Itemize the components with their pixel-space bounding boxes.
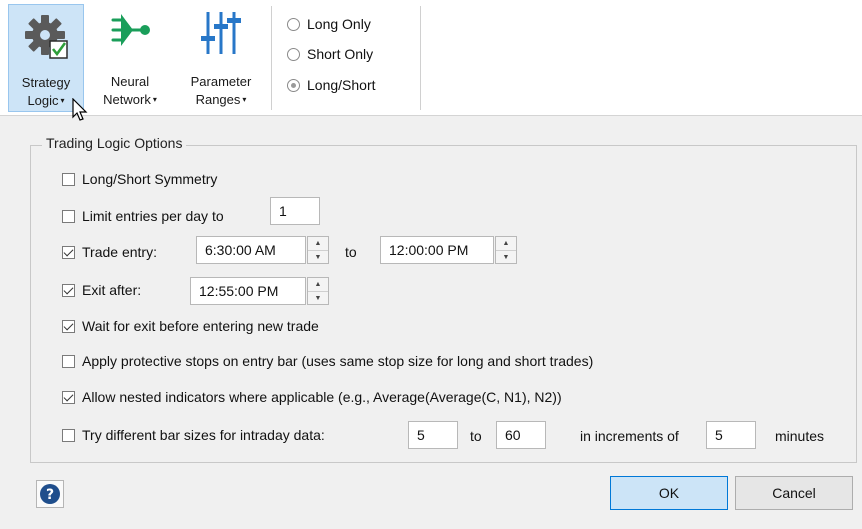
radio-circle[interactable] (287, 47, 300, 61)
radio-short-only[interactable]: Short Only (287, 43, 373, 65)
nested-indicators-option[interactable]: Allow nested indicators where applicable… (62, 387, 562, 407)
help-icon: ? (40, 484, 60, 504)
spin-up-icon[interactable]: ▲ (496, 237, 516, 251)
protective-stops-label: Apply protective stops on entry bar (use… (82, 353, 594, 369)
bar-size-to-input[interactable]: 60 (496, 421, 546, 449)
ribbon-separator (271, 6, 272, 110)
limit-entries-option[interactable]: Limit entries per day to (62, 206, 224, 226)
bar-sizes-label: Try different bar sizes for intraday dat… (82, 427, 325, 443)
strategy-logic-label-2-text: Logic (27, 93, 59, 108)
increment-input[interactable]: 5 (706, 421, 756, 449)
trade-entry-end-input[interactable]: 12:00:00 PM (380, 236, 494, 264)
wait-for-exit-checkbox[interactable] (62, 319, 75, 333)
exit-after-input[interactable]: 12:55:00 PM (190, 277, 306, 305)
strategy-logic-button[interactable]: Strategy Logic ▾ (8, 4, 84, 112)
trade-entry-to-label: to (345, 244, 357, 260)
mouse-cursor-icon (72, 97, 88, 125)
trading-logic-group (30, 145, 857, 463)
minutes-label: minutes (775, 428, 825, 444)
radio-label: Long/Short (307, 77, 376, 93)
exit-after-label: Exit after: (82, 282, 142, 298)
long-short-symmetry-option[interactable]: Long/Short Symmetry (62, 169, 217, 189)
help-glyph: ? (46, 487, 54, 503)
ribbon-separator (420, 6, 421, 110)
spin-down-icon[interactable]: ▼ (308, 292, 328, 305)
wait-for-exit-label: Wait for exit before entering new trade (82, 318, 319, 334)
bar-size-from-input[interactable]: 5 (408, 421, 458, 449)
long-short-symmetry-label: Long/Short Symmetry (82, 171, 218, 187)
parameter-ranges-label-2: Ranges ▾ (176, 92, 266, 107)
trade-entry-start-input[interactable]: 6:30:00 AM (196, 236, 306, 264)
bar-sizes-option[interactable]: Try different bar sizes for intraday dat… (62, 425, 325, 445)
trade-entry-start-spinner[interactable]: ▲ ▼ (307, 236, 329, 264)
exit-after-spinner[interactable]: ▲ ▼ (307, 277, 329, 305)
spin-up-icon[interactable]: ▲ (308, 278, 328, 292)
radio-long-only[interactable]: Long Only (287, 13, 371, 35)
limit-entries-input[interactable]: 1 (270, 197, 320, 225)
nested-indicators-checkbox[interactable] (62, 390, 75, 404)
chevron-down-icon: ▾ (60, 96, 65, 105)
parameter-ranges-label-1: Parameter (190, 74, 252, 89)
chevron-down-icon: ▾ (152, 95, 157, 104)
neural-network-label-1: Neural (110, 74, 150, 89)
ok-button[interactable]: OK (610, 476, 728, 510)
limit-entries-checkbox[interactable] (62, 209, 75, 223)
spin-down-icon[interactable]: ▼ (308, 251, 328, 264)
radio-label: Long Only (307, 16, 371, 32)
cancel-button[interactable]: Cancel (735, 476, 853, 510)
trade-entry-end-spinner[interactable]: ▲ ▼ (495, 236, 517, 264)
parameter-ranges-label-2-text: Ranges (195, 92, 241, 107)
exit-after-checkbox[interactable] (62, 283, 75, 297)
neural-network-icon (107, 10, 153, 53)
parameter-ranges-button[interactable]: Parameter Ranges ▾ (176, 4, 266, 112)
wait-for-exit-option[interactable]: Wait for exit before entering new trade (62, 316, 319, 336)
protective-stops-checkbox[interactable] (62, 354, 75, 368)
radio-long-short[interactable]: Long/Short (287, 74, 376, 96)
radio-label: Short Only (307, 46, 374, 62)
radio-circle[interactable] (287, 17, 300, 31)
sliders-icon (199, 10, 243, 59)
trade-entry-checkbox[interactable] (62, 245, 75, 259)
exit-after-option[interactable]: Exit after: (62, 280, 141, 300)
strategy-logic-label-1: Strategy (21, 75, 71, 90)
neural-network-label-2: Network ▾ (88, 92, 172, 107)
neural-network-label-2-text: Network (103, 92, 151, 107)
limit-entries-label: Limit entries per day to (82, 208, 224, 224)
trade-entry-label: Trade entry: (82, 244, 157, 260)
help-button[interactable]: ? (36, 480, 64, 508)
neural-network-button[interactable]: Neural Network ▾ (88, 4, 172, 112)
trade-entry-option[interactable]: Trade entry: (62, 242, 157, 262)
nested-indicators-label: Allow nested indicators where applicable… (82, 389, 562, 405)
ribbon-toolbar: Strategy Logic ▾ Neural Network ▾ Parame… (0, 0, 862, 116)
gear-check-icon (21, 11, 71, 64)
bar-sizes-checkbox[interactable] (62, 428, 75, 442)
long-short-symmetry-checkbox[interactable] (62, 172, 75, 186)
spin-up-icon[interactable]: ▲ (308, 237, 328, 251)
chevron-down-icon: ▾ (242, 95, 247, 104)
radio-circle[interactable] (287, 78, 300, 92)
spin-down-icon[interactable]: ▼ (496, 251, 516, 264)
bar-size-to-label: to (470, 428, 482, 444)
trading-logic-legend: Trading Logic Options (42, 135, 187, 151)
protective-stops-option[interactable]: Apply protective stops on entry bar (use… (62, 351, 593, 371)
increments-label: in increments of (580, 428, 679, 444)
